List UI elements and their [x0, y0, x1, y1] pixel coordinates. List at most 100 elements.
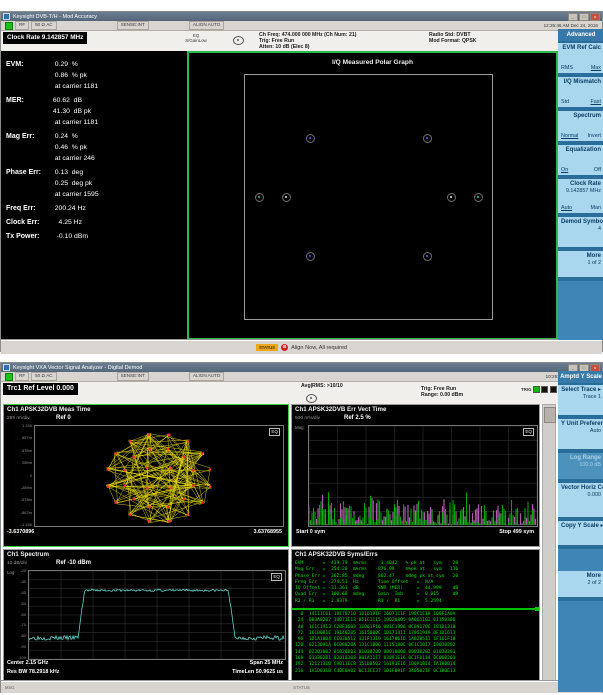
- panel-scale: 289 mVdiv: [7, 416, 30, 421]
- softkey-spectrum[interactable]: SpectrumNormalInvert: [558, 111, 603, 145]
- status-label: STATUS: [293, 685, 310, 690]
- panel-scale: 500 m%/div: [295, 416, 320, 421]
- softkey-equalization[interactable]: EqualizationOnOff: [558, 145, 603, 179]
- metric-row: Phase Err: 0.13 deg 0.25 deg pk at carri…: [1, 167, 187, 200]
- softkey-log-range: Log Range100.0 dB: [558, 453, 603, 483]
- align-indicator: ALIGN AUTO: [189, 372, 225, 381]
- polar-graph-plot: [244, 74, 493, 320]
- polar-graph-panel: I/Q Measured Polar Graph: [187, 51, 558, 340]
- sense-indicator: SENSE:INT: [117, 372, 149, 381]
- coupling-icon: [306, 394, 317, 403]
- softkey-demod-symbols[interactable]: Demod Symbols4: [558, 217, 603, 251]
- constellation-point: [255, 193, 264, 202]
- trig-led: TRIG: [521, 386, 557, 393]
- coupling-icon: [233, 36, 244, 45]
- timelen-label: TimeLen 50.9625 us: [232, 669, 283, 675]
- measbar-1: Clock Rate 9.142857 MHz EQS/GainLow Ch F…: [1, 31, 558, 51]
- menu-header: Amptd Y Scale: [558, 371, 603, 385]
- freq-info: Ch Freq: 474.000 000 MHz (Ch Num: 21) Tr…: [259, 32, 356, 51]
- minimize-button[interactable]: _: [568, 13, 578, 21]
- panel-axis-label: Mag: [295, 425, 304, 430]
- metrics-panel: EVM: 0.29 % 0.86 % pk at carrier 1181MER…: [1, 51, 187, 340]
- statusbar-2: MSG STATUS: [1, 681, 602, 693]
- app-icon: [3, 364, 10, 371]
- menu-header: Advanced: [558, 29, 603, 43]
- eq-badge: EQ: [271, 573, 282, 581]
- rf-indicator: RF: [15, 372, 29, 381]
- metric-row: Mag Err: 0.24 % 0.46 % pk at carrier 246: [1, 131, 187, 164]
- app-icon: [3, 13, 10, 20]
- msg-label: MSG: [5, 685, 15, 690]
- softkey-more[interactable]: More2 of 2: [558, 571, 603, 601]
- panel-spectrum[interactable]: Ch1 Spectrum 10 dB/div Ref -10 dBm Log -…: [3, 549, 289, 681]
- coupling-indicator: 50 Ω AC: [31, 21, 56, 30]
- status-message: Align Now, All required: [291, 345, 347, 351]
- align-indicator: ALIGN AUTO: [189, 21, 225, 30]
- rbw-label: Res BW 78.2918 kHz: [7, 669, 59, 675]
- panel-title: Ch1 APSK32DVB Meas Time: [7, 406, 91, 413]
- panel-title: Ch1 APSK32DVB Syms/Errs: [295, 551, 378, 558]
- eq-badge: EQ: [269, 428, 280, 436]
- scrollbar[interactable]: [542, 404, 556, 681]
- softkey-vector-horiz-center[interactable]: Vector Horiz Center0.000: [558, 483, 603, 521]
- panel-scale: 10 dB/div: [7, 561, 27, 566]
- panel-ref: Ref 0: [56, 415, 71, 421]
- avg-indicator: Avg|RMS: >10/10: [301, 383, 343, 389]
- window-vsa-demod: Keysight VXA Vector Signal Analyzer - Di…: [0, 362, 603, 693]
- panel-meas-time[interactable]: Ch1 APSK32DVB Meas Time 289 mVdiv Ref 0 …: [3, 404, 289, 547]
- status-led-icon: [5, 22, 13, 30]
- status-led-icon: [5, 373, 13, 381]
- span-label: Span 25 MHz: [250, 660, 283, 666]
- table-divider: [292, 608, 535, 610]
- panel-ref: Ref -10 dBm: [56, 560, 91, 566]
- metric-row: EVM: 0.29 % 0.86 % pk at carrier 1181: [1, 59, 187, 92]
- coupling-indicator: 50 Ω AC: [31, 372, 56, 381]
- window-mod-accuracy: Keysight DVB-T/H - Mod Accuracy _ □ x RF…: [0, 11, 603, 352]
- softkey-copy-y-scale[interactable]: Copy Y Scale ▸: [558, 521, 603, 549]
- close-button[interactable]: x: [590, 13, 600, 21]
- maximize-button[interactable]: □: [579, 13, 589, 21]
- measbar-2: Trc1 Ref Level 0.000 Avg|RMS: >10/10 Tri…: [1, 382, 558, 404]
- softkey-select-trace[interactable]: Select Trace ▸Trace 1: [558, 385, 603, 419]
- constellation-point: [306, 134, 315, 143]
- constellation-point: [447, 193, 456, 202]
- titlebar-1[interactable]: Keysight DVB-T/H - Mod Accuracy _ □ x: [1, 12, 602, 21]
- x-start-label: Start 0 sym: [296, 529, 325, 535]
- metric-row: MER: 60.62 dB 41.30 dB pk at carrier 118…: [1, 95, 187, 128]
- ref-level-readout: Trc1 Ref Level 0.000: [3, 383, 78, 395]
- panel-title: Ch1 APSK32DVB Err Vect Time: [295, 406, 386, 413]
- y-axis-ticks: -20-30-40-50-60-70-80-90-100: [8, 568, 26, 660]
- panel-err-vect[interactable]: Ch1 APSK32DVB Err Vect Time 500 m%/div R…: [291, 404, 540, 547]
- softkey-more[interactable]: More1 of 2: [558, 251, 603, 281]
- window-title: Keysight VXA Vector Signal Analyzer - Di…: [13, 365, 568, 371]
- softkey-y-unit-preference[interactable]: Y Unit Preference ▸Auto: [558, 419, 603, 453]
- constellation-point: [423, 252, 432, 261]
- scrollbar-thumb[interactable]: [544, 407, 556, 423]
- metric-row: Freq Err: 200.24 Hz: [1, 203, 187, 214]
- constellation-point: [306, 252, 315, 261]
- panel-syms-errs[interactable]: Ch1 APSK32DVB Syms/Errs EVM = 439.79 m%r…: [291, 549, 540, 681]
- constellation-plot: EQ: [34, 425, 284, 527]
- symbol-hex-table: 0 14111C61 18170710 1016191F 16071C1F 19…: [295, 612, 455, 675]
- window-title: Keysight DVB-T/H - Mod Accuracy: [13, 14, 568, 20]
- softkey-evm-ref-calc[interactable]: EVM Ref CalcRMSMax: [558, 43, 603, 77]
- softkey-i-q-mismatch[interactable]: I/Q MismatchStdFast: [558, 77, 603, 111]
- panel-ref: Ref 2.5 %: [344, 415, 371, 421]
- polar-graph-title: I/Q Measured Polar Graph: [189, 59, 556, 66]
- alert-icon: ⊘: [281, 344, 288, 351]
- constellation-point: [474, 193, 483, 202]
- metric-row: Tx Power: -0.10 dBm: [1, 231, 187, 242]
- statusbar-1: STATUS ⊘ Align Now, All required: [1, 340, 602, 354]
- center-freq-label: Center 2.15 GHz: [7, 660, 48, 666]
- y-axis-ticks: 1.156867m578m289m0-289m-578m-867m-1.156: [6, 423, 32, 527]
- status-badge: STATUS: [256, 344, 278, 351]
- softkey-menu-advanced: Advanced EVM Ref CalcRMSMaxI/Q MismatchS…: [558, 29, 603, 340]
- radio-info: Radio Std: DVBT Mod Format: QPSK: [429, 32, 477, 44]
- screen: Keysight DVB-T/H - Mod Accuracy _ □ x RF…: [0, 0, 603, 695]
- rf-indicator: RF: [15, 21, 29, 30]
- datetime: 12:25:46 AM Dec 24, 2016: [544, 23, 598, 28]
- clock-rate-readout: Clock Rate 9.142857 MHz: [3, 32, 87, 44]
- eq-badge: EQ: [523, 428, 534, 436]
- softkey-clock-rate[interactable]: Clock Rate9.142857 MHzAutoMan: [558, 179, 603, 217]
- titlebar-2[interactable]: Keysight VXA Vector Signal Analyzer - Di…: [1, 363, 602, 372]
